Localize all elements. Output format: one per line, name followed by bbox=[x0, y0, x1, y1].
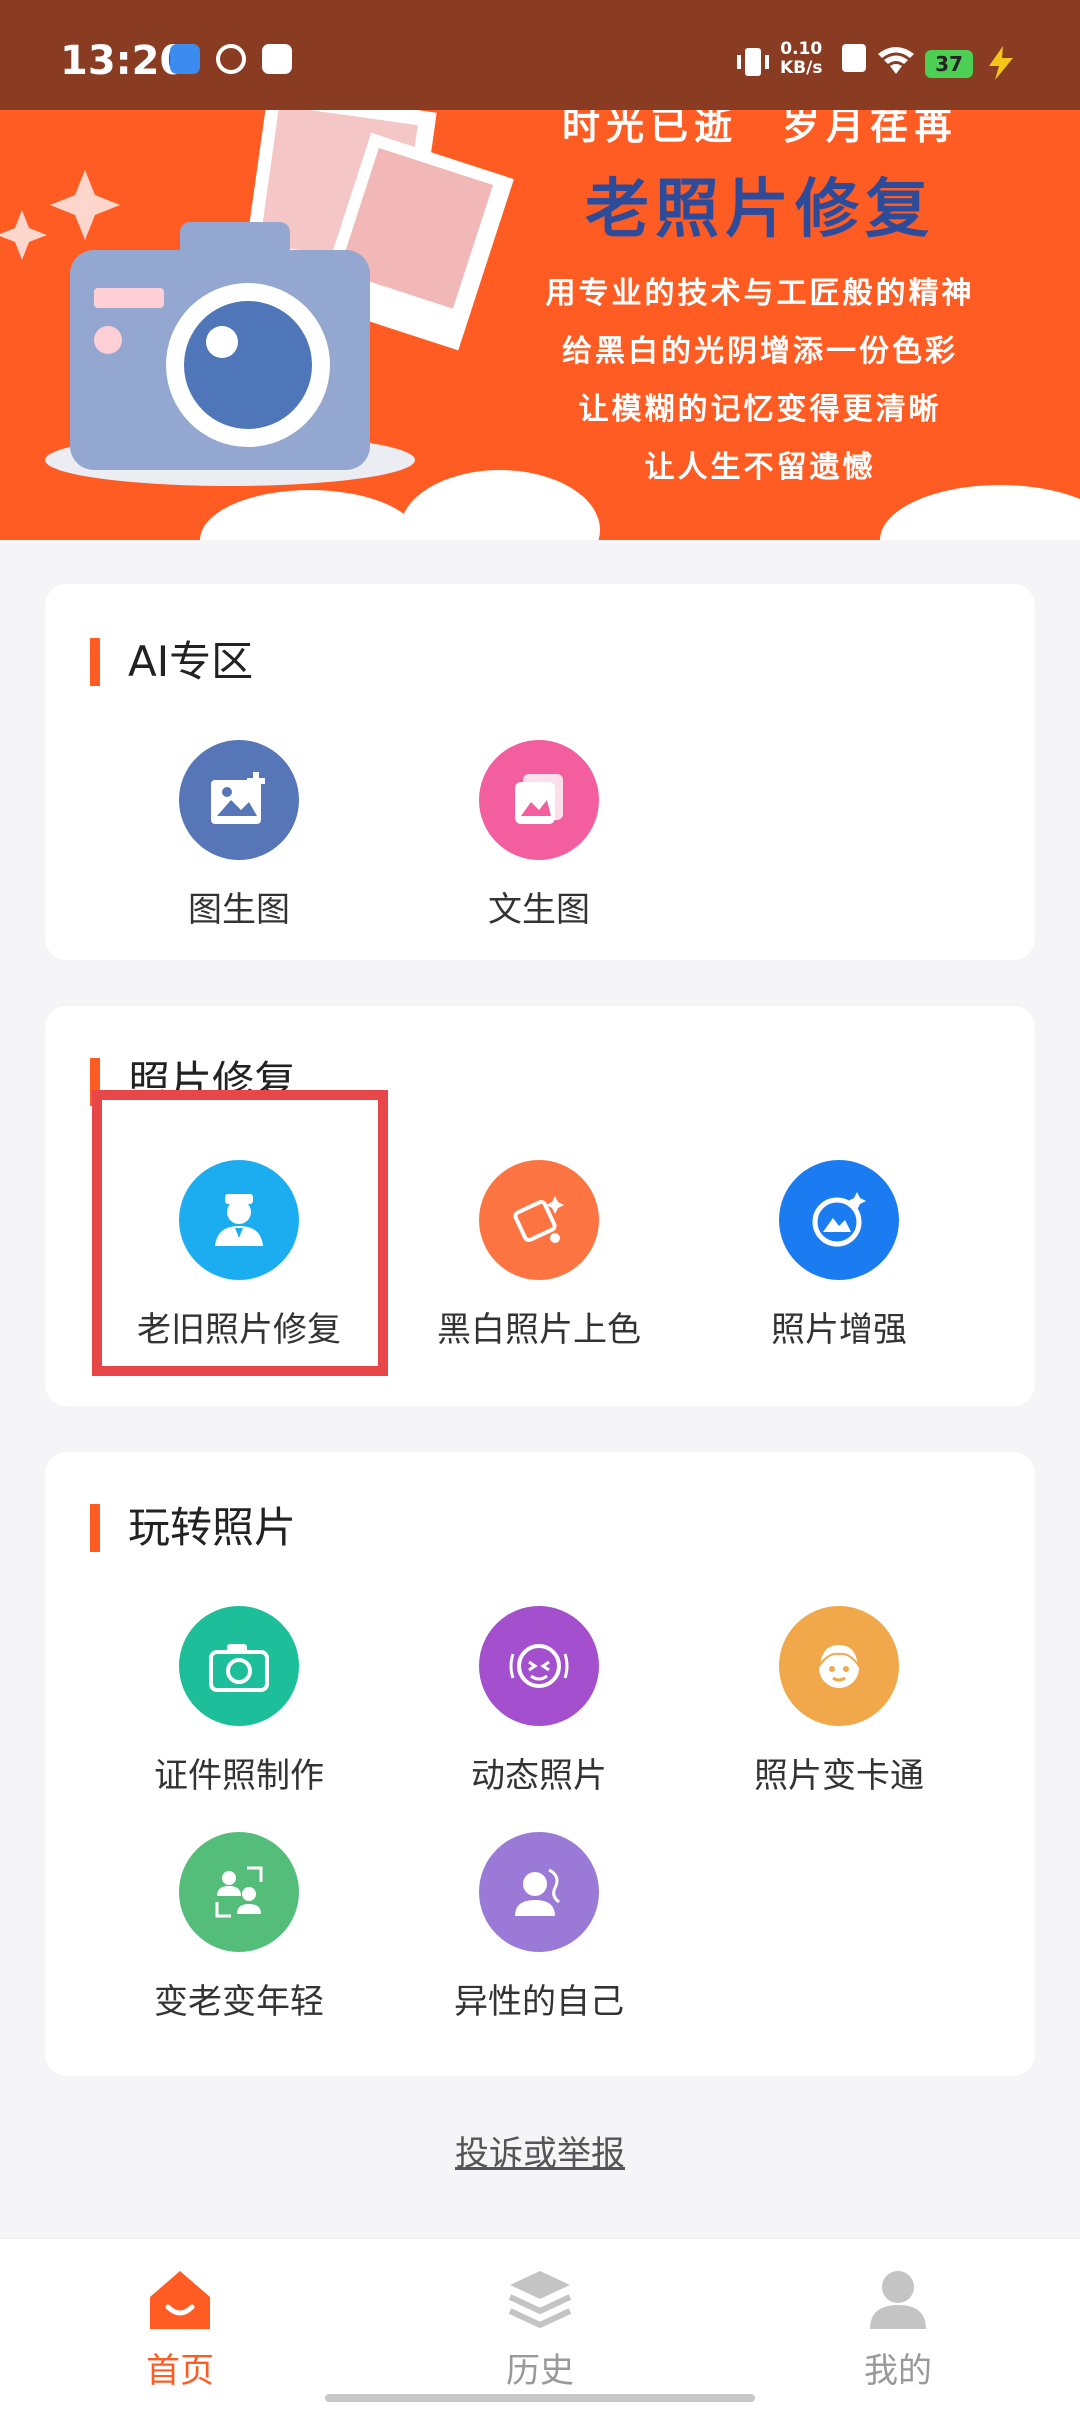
nav-history[interactable]: 历史 bbox=[440, 2267, 640, 2392]
id-photo-tile[interactable]: 证件照制作 bbox=[89, 1606, 389, 1797]
gender-swap-label: 异性的自己 bbox=[454, 1982, 624, 2022]
gallery-icon bbox=[479, 740, 599, 860]
highlight-box bbox=[92, 1090, 388, 1376]
gender-swap-icon bbox=[479, 1832, 599, 1952]
cartoon-face-icon bbox=[779, 1606, 899, 1726]
colorize-photo-label: 黑白照片上色 bbox=[437, 1310, 641, 1350]
gesture-home-bar[interactable] bbox=[325, 2394, 755, 2402]
network-speed: 0.10 KB/s bbox=[780, 39, 823, 78]
photo-enhance-tile[interactable]: 照片增强 bbox=[689, 1160, 989, 1351]
message-notification-icon bbox=[262, 44, 292, 74]
person-icon bbox=[870, 2271, 926, 2329]
banner-line-4: 让人生不留遗憾 bbox=[644, 450, 876, 485]
face-motion-icon bbox=[479, 1606, 599, 1726]
nav-history-label: 历史 bbox=[506, 2351, 574, 2391]
ai-section-card: AI专区 图生图 文生图 bbox=[45, 584, 1035, 960]
sim-off-icon bbox=[842, 44, 866, 72]
app-notification-icon bbox=[170, 44, 200, 74]
status-time: 13:20 bbox=[60, 38, 188, 84]
text-to-image-tile[interactable]: 文生图 bbox=[389, 740, 689, 931]
text-to-image-label: 文生图 bbox=[488, 890, 590, 930]
battery-indicator: 37 bbox=[925, 50, 973, 78]
vibrate-icon bbox=[737, 48, 769, 76]
cartoon-photo-label: 照片变卡通 bbox=[754, 1756, 924, 1796]
layers-icon bbox=[508, 2271, 572, 2329]
age-change-label: 变老变年轻 bbox=[154, 1982, 324, 2022]
enhance-photo-icon bbox=[779, 1160, 899, 1280]
fun-photos-section-card: 玩转照片 证件照制作 动态照片 照片变卡通 变老变年轻 异性的自己 bbox=[45, 1452, 1035, 2076]
sync-notification-icon bbox=[216, 44, 246, 74]
cartoon-photo-tile[interactable]: 照片变卡通 bbox=[689, 1606, 989, 1797]
report-link[interactable]: 投诉或举报 bbox=[0, 2126, 1080, 2175]
animated-photo-label: 动态照片 bbox=[471, 1756, 607, 1796]
charging-icon bbox=[989, 46, 1013, 80]
animated-photo-tile[interactable]: 动态照片 bbox=[389, 1606, 689, 1797]
banner-title: 老照片修复 bbox=[585, 172, 935, 247]
home-icon bbox=[150, 2271, 210, 2329]
ai-section-title: AI专区 bbox=[90, 638, 253, 686]
banner-tagline: 时光已逝 岁月荏苒 bbox=[561, 110, 958, 148]
status-bar: 13:20 0.10 KB/s 37 bbox=[0, 0, 1080, 110]
fun-photos-section-title: 玩转照片 bbox=[90, 1504, 296, 1552]
id-photo-label: 证件照制作 bbox=[154, 1756, 324, 1796]
nav-home-label: 首页 bbox=[146, 2351, 214, 2391]
promo-banner[interactable]: 时光已逝 岁月荏苒 老照片修复 用专业的技术与工匠般的精神 给黑白的光阴增添一份… bbox=[0, 110, 1080, 540]
colorize-photo-tile[interactable]: 黑白照片上色 bbox=[389, 1160, 689, 1351]
banner-line-2: 给黑白的光阴增添一份色彩 bbox=[562, 334, 958, 369]
image-add-icon bbox=[179, 740, 299, 860]
cloud-decoration bbox=[880, 485, 1080, 540]
nav-mine[interactable]: 我的 bbox=[798, 2267, 998, 2392]
banner-line-1: 用专业的技术与工匠般的精神 bbox=[545, 276, 975, 311]
nav-home[interactable]: 首页 bbox=[80, 2267, 280, 2392]
gender-swap-tile[interactable]: 异性的自己 bbox=[389, 1832, 689, 2023]
photo-enhance-label: 照片增强 bbox=[771, 1310, 907, 1350]
age-change-tile[interactable]: 变老变年轻 bbox=[89, 1832, 389, 2023]
banner-line-3: 让模糊的记忆变得更清晰 bbox=[578, 392, 942, 427]
bottom-navigation: 首页 历史 我的 bbox=[0, 2238, 1080, 2409]
image-to-image-label: 图生图 bbox=[188, 890, 290, 930]
camera-illustration-icon bbox=[0, 110, 514, 486]
camera-icon bbox=[179, 1606, 299, 1726]
paint-bucket-icon bbox=[479, 1160, 599, 1280]
age-change-icon bbox=[179, 1832, 299, 1952]
image-to-image-tile[interactable]: 图生图 bbox=[89, 740, 389, 931]
wifi-icon bbox=[878, 47, 914, 74]
nav-mine-label: 我的 bbox=[864, 2351, 932, 2391]
